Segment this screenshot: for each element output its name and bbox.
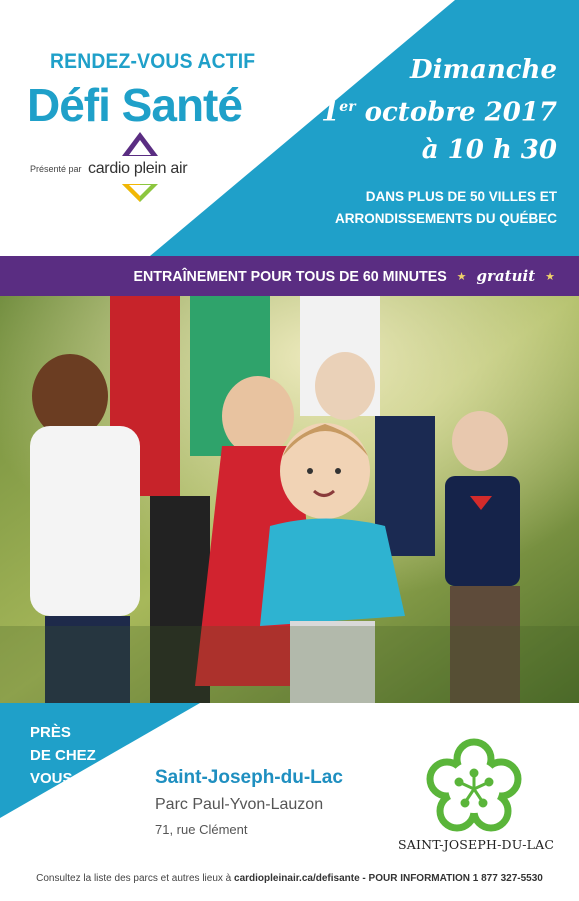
venue-address: 71, rue Clément	[155, 822, 248, 837]
banner-text: ENTRAÎNEMENT POUR TOUS DE 60 MINUTES	[133, 267, 447, 285]
venue-city: Saint-Joseph-du-Lac	[155, 767, 343, 788]
footer-info: Consultez la liste des parcs et autres l…	[36, 873, 543, 884]
flower-icon	[426, 738, 522, 832]
event-time: à 10 h 30	[421, 134, 557, 165]
sponsor-name: cardio plein air	[88, 160, 188, 177]
free-label: gratuit	[476, 267, 536, 285]
event-date-line: 1er octobre 2017	[321, 97, 557, 128]
location-section: PRÈS DE CHEZ VOUS : Saint-Joseph-du-Lac …	[0, 703, 579, 901]
slogan: RENDEZ-VOUS ACTIF	[50, 50, 256, 73]
venue-park: Parc Paul-Yvon-Lauzon	[155, 796, 324, 813]
event-day: Dimanche	[410, 55, 557, 85]
brand-title: Défi Santé	[27, 79, 243, 131]
star-icon: ★	[456, 270, 467, 283]
children-exercising-photo	[0, 296, 579, 703]
near-you-label: PRÈS DE CHEZ VOUS :	[30, 724, 96, 787]
event-cities: DANS PLUS DE 50 VILLES ET ARRONDISSEMENT…	[334, 189, 557, 226]
event-date: Dimanche 1er octobre 2017 à 10 h 30	[321, 52, 557, 169]
training-banner: ENTRAÎNEMENT POUR TOUS DE 60 MINUTES ★ g…	[0, 256, 579, 296]
star-icon: ★	[545, 270, 555, 283]
header-section: RENDEZ-VOUS ACTIF Défi Santé Présenté pa…	[0, 0, 579, 256]
website-link[interactable]: cardiopleinair.ca/defisante	[234, 873, 360, 884]
municipality-name: SAINT-JOSEPH-DU-LAC	[398, 837, 555, 852]
presented-by-label: Présenté par	[30, 164, 82, 174]
